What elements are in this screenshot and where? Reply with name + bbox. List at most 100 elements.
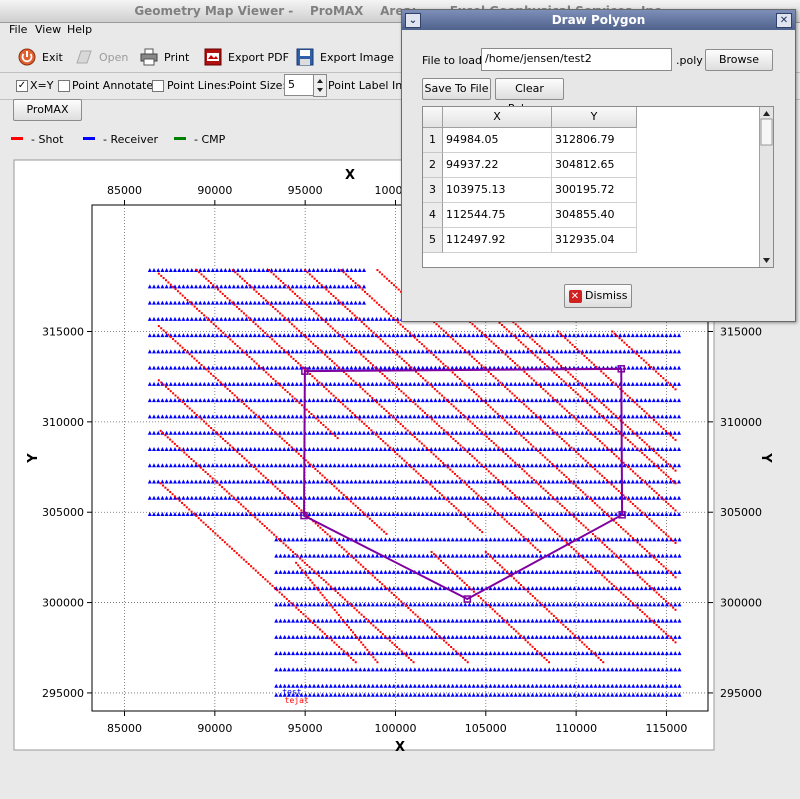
shot-point [584, 493, 587, 496]
point-lines-checkbox[interactable] [152, 80, 164, 92]
point-size-stepper[interactable] [313, 74, 327, 97]
shot-point [368, 651, 371, 654]
shot-point [283, 494, 286, 497]
dialog-titlebar[interactable]: ⌄ Draw Polygon ✕ [402, 10, 795, 30]
shot-point [501, 617, 504, 620]
polygon-vertex-table[interactable]: X Y 1 94984.05 312806.79 2 94937.22 3048… [422, 106, 774, 268]
cell-x[interactable]: 103975.13 [443, 178, 552, 203]
shot-point [322, 579, 325, 582]
shot-point [471, 455, 474, 458]
shot-point [164, 331, 167, 334]
shot-point [305, 303, 308, 306]
shot-point [250, 318, 253, 321]
shot-point [335, 364, 338, 367]
xy-checkbox[interactable]: ✓ [16, 80, 28, 92]
menu-view[interactable]: View [35, 23, 61, 36]
shot-point [401, 325, 404, 328]
shot-point [662, 630, 665, 633]
shot-point [484, 550, 487, 553]
shot-point [552, 614, 555, 617]
open-file-icon [76, 50, 92, 64]
shot-point [440, 394, 443, 397]
shot-point [345, 652, 348, 655]
column-header-x[interactable]: X [443, 107, 552, 128]
shot-point [276, 487, 279, 490]
shot-point [207, 370, 210, 373]
shot-point [591, 500, 594, 503]
shot-point [669, 383, 672, 386]
shot-point [344, 598, 347, 601]
shot-point [650, 487, 653, 490]
shot-point [588, 359, 591, 362]
shot-point [381, 372, 384, 375]
shot-point [255, 290, 258, 293]
shot-point [588, 647, 591, 650]
shot-point [631, 602, 634, 605]
shot-point [271, 428, 274, 431]
shot-point [383, 530, 386, 533]
cell-y[interactable]: 312806.79 [552, 128, 637, 153]
shot-point [229, 444, 232, 447]
cell-y[interactable]: 304812.65 [552, 153, 637, 178]
shot-point [636, 447, 639, 450]
cell-x[interactable]: 94984.05 [443, 128, 552, 153]
shot-point [543, 349, 546, 352]
shot-point [364, 390, 367, 393]
shot-point [395, 286, 398, 289]
shot-point [669, 477, 672, 480]
promax-button[interactable]: ProMAX [13, 99, 82, 121]
shot-point [579, 382, 582, 385]
shot-point [645, 456, 648, 459]
menu-file[interactable]: File [9, 23, 27, 36]
cell-y[interactable]: 304855.40 [552, 203, 637, 228]
point-size-input[interactable]: 5 [284, 74, 314, 96]
print-button[interactable]: Print [140, 46, 189, 68]
file-path-input[interactable]: /home/jensen/test2 [481, 48, 672, 71]
shot-point [464, 659, 467, 662]
shot-point [451, 371, 454, 374]
table-scrollbar[interactable] [759, 107, 773, 267]
export-image-button[interactable]: Export Image [296, 46, 394, 68]
shot-point [575, 418, 578, 421]
column-header-y[interactable]: Y [552, 107, 637, 128]
menu-help[interactable]: Help [67, 23, 92, 36]
cell-x[interactable]: 112544.75 [443, 203, 552, 228]
dialog-close-icon[interactable]: ✕ [776, 13, 792, 28]
point-annotate-checkbox[interactable] [58, 80, 70, 92]
export-pdf-button[interactable]: Export PDF [204, 46, 289, 68]
shot-point [503, 518, 506, 521]
cell-y[interactable]: 312935.04 [552, 228, 637, 253]
cell-y[interactable]: 300195.72 [552, 178, 637, 203]
open-button[interactable]: Open [75, 46, 128, 68]
shot-point [612, 485, 615, 488]
save-to-file-button[interactable]: Save To File [422, 78, 491, 100]
exit-button[interactable]: Exit [18, 46, 63, 68]
receiver-line [274, 586, 682, 591]
shot-point [364, 513, 367, 516]
shot-point [354, 282, 357, 285]
shot-point [510, 524, 513, 527]
shot-point [271, 483, 274, 486]
cell-x[interactable]: 94937.22 [443, 153, 552, 178]
shot-point [257, 470, 260, 473]
shot-point [665, 632, 668, 635]
shot-point [240, 400, 243, 403]
point-size-label: Point Size: [229, 79, 287, 92]
shot-point [186, 405, 189, 408]
shot-point [672, 574, 675, 577]
shot-point [235, 552, 238, 555]
shot-point [561, 537, 564, 540]
shot-point [388, 639, 391, 642]
dismiss-button[interactable]: ✕ Dismiss [564, 284, 632, 308]
browse-button[interactable]: Browse [705, 49, 773, 71]
shot-point [179, 344, 182, 347]
cell-x[interactable]: 112497.92 [443, 228, 552, 253]
shot-point [503, 619, 506, 622]
shot-point [412, 468, 415, 471]
shot-point [454, 650, 457, 653]
shot-point [366, 392, 369, 395]
clear-polygon-button[interactable]: Clear Polygon [495, 78, 564, 115]
shot-point [555, 373, 558, 376]
shot-point [471, 355, 474, 358]
shot-point [574, 484, 577, 487]
